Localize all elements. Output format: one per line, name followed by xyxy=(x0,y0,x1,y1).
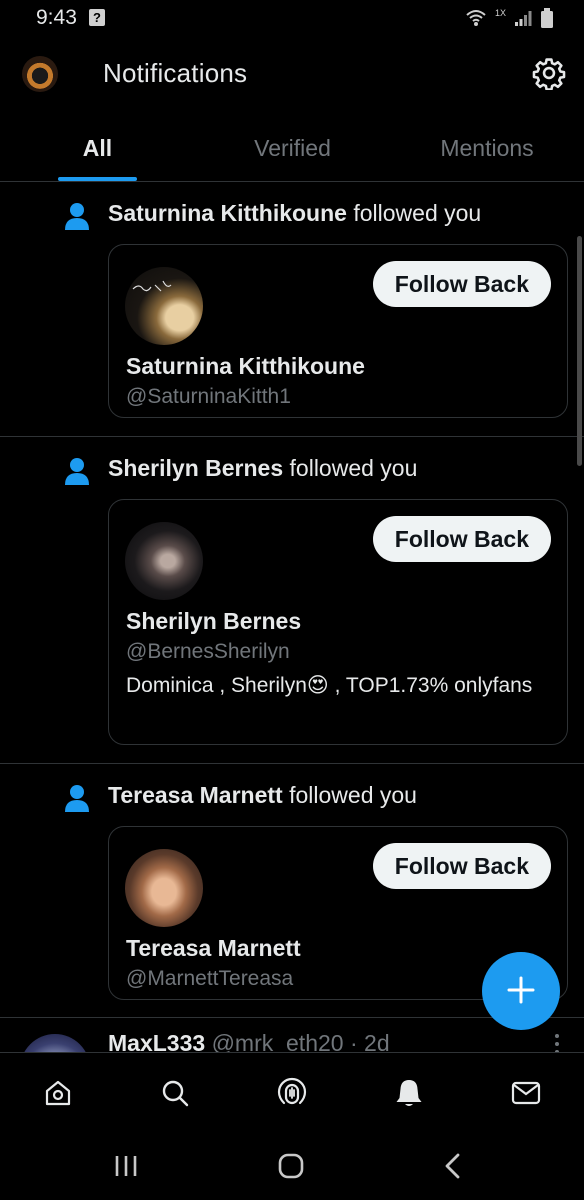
tweet-time: 2d xyxy=(364,1030,390,1052)
card-handle: @SaturninaKitth1 xyxy=(126,385,291,408)
spaces-icon xyxy=(277,1077,307,1104)
notification-tabs: All Verified Mentions xyxy=(0,118,584,182)
notifications-icon xyxy=(396,1079,422,1106)
nav-home[interactable] xyxy=(0,1053,117,1132)
profile-avatar[interactable] xyxy=(22,56,58,92)
card-display-name[interactable]: Saturnina Kitthikoune xyxy=(126,353,365,380)
nav-messages[interactable] xyxy=(467,1053,584,1132)
battery-icon xyxy=(541,8,553,28)
tab-verified[interactable]: Verified xyxy=(195,118,390,181)
avatar[interactable] xyxy=(125,849,203,927)
tweet-header: MaxL333 @mrk_eth20 · 2d xyxy=(108,1030,390,1052)
home-icon xyxy=(46,1080,71,1105)
tab-all[interactable]: All xyxy=(0,118,195,181)
card-display-name[interactable]: Sherilyn Bernes xyxy=(126,608,301,635)
notification-action: followed you xyxy=(289,455,418,481)
search-icon xyxy=(162,1080,189,1106)
notification-text: Tereasa Marnett followed you xyxy=(108,782,417,809)
messages-icon xyxy=(511,1081,540,1104)
avatar-signature-icon xyxy=(132,280,172,292)
notification-item[interactable]: Saturnina Kitthikoune followed you Follo… xyxy=(0,182,584,437)
notification-action: followed you xyxy=(353,200,482,226)
tab-mentions[interactable]: Mentions xyxy=(390,118,584,181)
notification-action: followed you xyxy=(289,782,417,808)
status-icons: 1X xyxy=(465,6,554,30)
compose-button[interactable] xyxy=(482,952,560,1030)
avatar[interactable] xyxy=(125,267,203,345)
status-time: 9:43 xyxy=(36,6,77,29)
plus-icon xyxy=(507,976,535,1003)
card-handle: @MarnettTereasa xyxy=(126,967,294,990)
gear-icon[interactable] xyxy=(532,56,566,90)
nav-notifications[interactable] xyxy=(350,1053,467,1132)
card-bio: Dominica , Sherilyn😍 , TOP1.73% onlyfans xyxy=(126,674,533,697)
avatar[interactable] xyxy=(125,522,203,600)
person-icon xyxy=(65,203,89,230)
follow-back-button[interactable]: Follow Back xyxy=(372,516,551,562)
nav-spaces[interactable] xyxy=(234,1053,351,1132)
tweet-author-handle: @mrk_eth20 xyxy=(211,1030,344,1052)
notification-text: Sherilyn Bernes followed you xyxy=(108,455,417,482)
tweet-author-name[interactable]: MaxL333 xyxy=(108,1030,205,1052)
wifi-icon xyxy=(466,10,486,26)
follow-back-button[interactable]: Follow Back xyxy=(372,843,551,889)
notification-user-name[interactable]: Tereasa Marnett xyxy=(108,782,283,808)
notification-text: Saturnina Kitthikoune followed you xyxy=(108,200,481,227)
back-icon[interactable] xyxy=(434,1150,474,1182)
scrollbar[interactable] xyxy=(577,236,582,466)
follow-back-button[interactable]: Follow Back xyxy=(372,261,551,307)
avatar[interactable] xyxy=(20,1034,90,1052)
user-card[interactable]: Follow Back Saturnina Kitthikoune @Satur… xyxy=(108,244,568,418)
person-icon xyxy=(65,458,89,485)
tweet-preview[interactable]: MaxL333 @mrk_eth20 · 2d xyxy=(0,1018,584,1052)
nav-search[interactable] xyxy=(117,1053,234,1132)
status-bar: 9:43 ? 1X xyxy=(0,0,584,36)
page-title: Notifications xyxy=(103,58,248,88)
card-handle: @BernesSherilyn xyxy=(126,640,290,663)
help-box-icon: ? xyxy=(89,9,105,26)
recents-icon[interactable] xyxy=(106,1150,146,1182)
network-type-label: 1X xyxy=(494,8,506,18)
notification-item[interactable]: Sherilyn Bernes followed you Follow Back… xyxy=(0,437,584,764)
person-icon xyxy=(65,785,89,812)
system-navigation xyxy=(0,1132,584,1200)
notification-user-name[interactable]: Saturnina Kitthikoune xyxy=(108,200,347,226)
more-options-icon[interactable] xyxy=(554,1032,560,1052)
notification-user-name[interactable]: Sherilyn Bernes xyxy=(108,455,283,481)
app-header: Notifications xyxy=(0,40,584,110)
user-card[interactable]: Follow Back Sherilyn Bernes @BernesSheri… xyxy=(108,499,568,745)
tweet-separator: · xyxy=(349,1030,358,1052)
home-circle-icon[interactable] xyxy=(271,1150,311,1182)
card-display-name[interactable]: Tereasa Marnett xyxy=(126,935,301,962)
bottom-navigation xyxy=(0,1052,584,1132)
signal-icon xyxy=(515,11,532,26)
